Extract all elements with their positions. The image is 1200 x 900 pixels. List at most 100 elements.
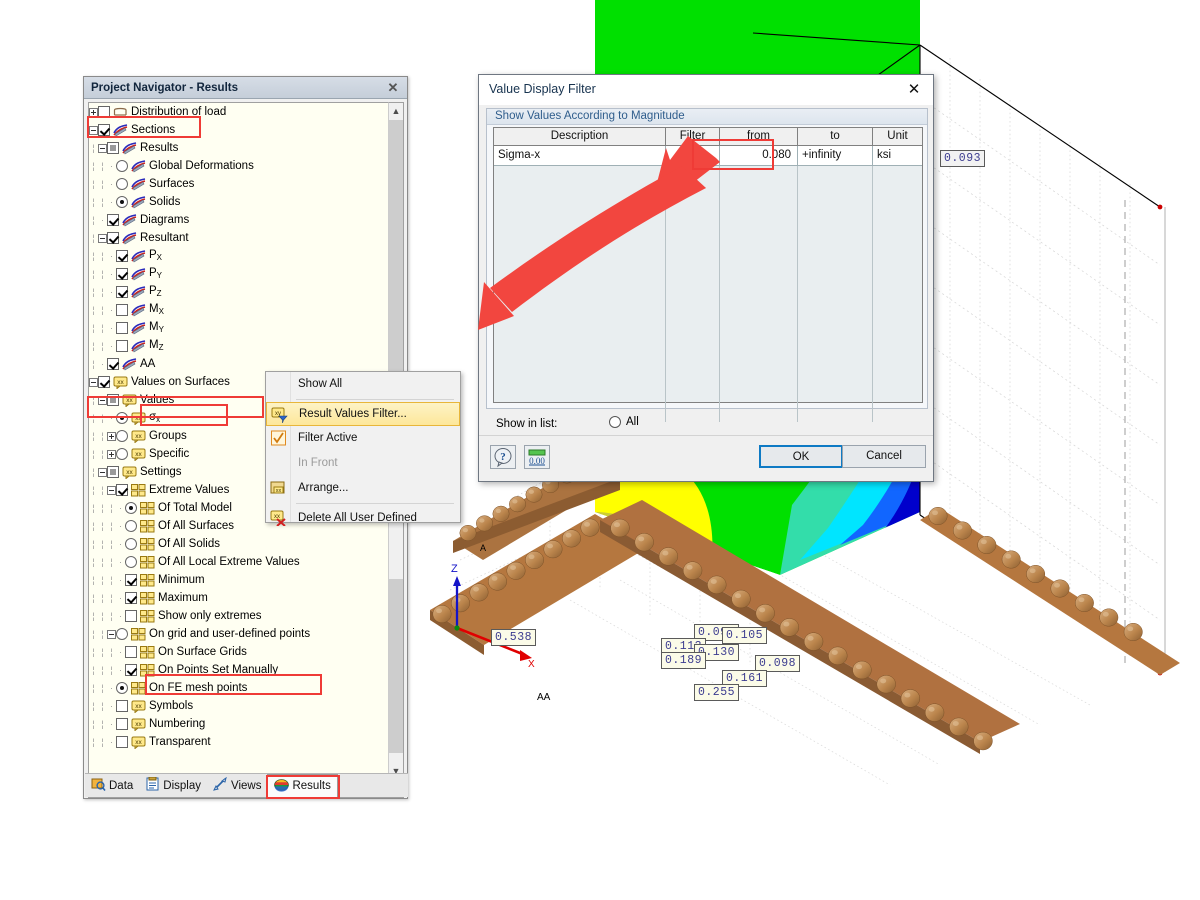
tree-expander-collapse[interactable]	[98, 395, 107, 405]
tree-checkbox[interactable]	[125, 610, 137, 622]
tree-checkbox[interactable]	[116, 736, 128, 748]
tree-item-resultant[interactable]: ¦ Resultant	[89, 229, 388, 247]
tree-expander-collapse[interactable]	[107, 485, 116, 495]
tree-expander-collapse[interactable]	[89, 125, 98, 135]
tab-views[interactable]: Views	[207, 775, 267, 797]
cell-unit[interactable]: ksi	[873, 146, 922, 165]
tree-checkbox[interactable]	[98, 376, 110, 388]
units-decimal-icon[interactable]: 0.00	[524, 445, 550, 469]
filter-table[interactable]: Description Filter from to Unit Sigma-x …	[493, 127, 923, 422]
tree-expander-expand[interactable]	[89, 107, 98, 117]
cancel-button[interactable]: Cancel	[842, 445, 926, 468]
tree-item-results[interactable]: ¦ Results	[89, 139, 388, 157]
close-icon[interactable]: ✕	[385, 80, 401, 96]
tree-checkbox[interactable]	[116, 286, 128, 298]
tree-item-p[interactable]: ¦ ¦ · PZ	[89, 283, 388, 301]
tree-checkbox[interactable]	[116, 484, 128, 496]
cell-to-value[interactable]: +infinity	[798, 146, 873, 165]
tree-radio[interactable]	[125, 520, 137, 532]
tree-checkbox[interactable]	[116, 304, 128, 316]
tree-item-on-grid-and-user-defined-points[interactable]: ¦ ¦ On grid and user-defined points	[89, 625, 388, 643]
radio-show-all[interactable]: All	[609, 416, 639, 428]
tree-item-m[interactable]: ¦ ¦ · MY	[89, 319, 388, 337]
tree-item-minimum[interactable]: ¦ ¦ ¦ · Minimum	[89, 571, 388, 589]
tree-expander-collapse[interactable]	[98, 233, 107, 243]
tree-checkbox[interactable]	[116, 250, 128, 262]
menu-item-arrange[interactable]: xx Arrange...	[266, 476, 460, 501]
tree-item-of-all-local-extreme-values[interactable]: ¦ ¦ ¦ · Of All Local Extreme Values	[89, 553, 388, 571]
tree-radio[interactable]	[125, 556, 137, 568]
tree-radio[interactable]	[116, 682, 128, 694]
tree-expander-expand[interactable]	[107, 431, 116, 441]
cell-filter-checkbox[interactable]	[666, 146, 720, 165]
tree-expander-collapse[interactable]	[107, 629, 116, 639]
close-icon[interactable]: ✕	[905, 81, 923, 99]
tree-checkbox[interactable]	[116, 718, 128, 730]
tree-checkbox[interactable]	[107, 466, 119, 478]
tree-item-m[interactable]: ¦ ¦ · MZ	[89, 337, 388, 355]
tree-item-global-deformations[interactable]: ¦ ¦ · Global Deformations	[89, 157, 388, 175]
value-display-filter-dialog[interactable]: Value Display Filter ✕ Show Values Accor…	[478, 74, 934, 482]
tree-radio[interactable]	[116, 412, 128, 424]
tree-item-m[interactable]: ¦ ¦ · MX	[89, 301, 388, 319]
tree-item-solids[interactable]: ¦ ¦ · Solids	[89, 193, 388, 211]
menu-item-filter-active[interactable]: Filter Active	[266, 426, 460, 451]
menu-item-delete-all-user-defined[interactable]: xx Delete All User Defined	[266, 506, 460, 531]
tree-checkbox[interactable]	[107, 394, 119, 406]
tree-item-on-fe-mesh-points[interactable]: ¦ ¦ · On FE mesh points	[89, 679, 388, 697]
tree-item-surfaces[interactable]: ¦ ¦ · Surfaces	[89, 175, 388, 193]
navigator-tab-strip[interactable]: Data Display Views Results	[85, 773, 408, 797]
scroll-thumb-lower[interactable]	[389, 579, 403, 753]
tree-expander-collapse[interactable]	[89, 377, 98, 387]
tree-checkbox[interactable]	[125, 646, 137, 658]
tab-results[interactable]: Results	[267, 774, 338, 797]
tree-checkbox[interactable]	[125, 574, 137, 586]
tree-radio[interactable]	[125, 502, 137, 514]
cell-from-value[interactable]: 0.080	[720, 146, 798, 165]
scroll-up-icon[interactable]: ▲	[389, 103, 403, 119]
radio-indicator[interactable]	[609, 416, 621, 428]
tree-item-transparent[interactable]: ¦ ¦ · xx Transparent	[89, 733, 388, 751]
scroll-thumb-upper[interactable]	[389, 120, 403, 396]
tab-display[interactable]: Display	[139, 775, 207, 797]
tree-radio[interactable]	[125, 538, 137, 550]
tree-expander-expand[interactable]	[107, 449, 116, 459]
tree-radio[interactable]	[116, 430, 128, 442]
context-menu[interactable]: Show All xy Result Values Filter... Filter …	[265, 371, 461, 527]
tree-checkbox[interactable]	[125, 664, 137, 676]
tree-radio[interactable]	[116, 196, 128, 208]
tree-item-maximum[interactable]: ¦ ¦ ¦ · Maximum	[89, 589, 388, 607]
tree-item-on-points-set-manually[interactable]: ¦ ¦ ¦ · On Points Set Manually	[89, 661, 388, 679]
table-row[interactable]: Sigma-x 0.080 +infinity ksi	[494, 146, 922, 166]
tree-item-numbering[interactable]: ¦ ¦ · xx Numbering	[89, 715, 388, 733]
tree-checkbox[interactable]	[116, 700, 128, 712]
tree-checkbox[interactable]	[116, 268, 128, 280]
tree-checkbox[interactable]	[125, 592, 137, 604]
tab-data[interactable]: Data	[85, 775, 139, 797]
tree-checkbox[interactable]	[107, 232, 119, 244]
tree-checkbox[interactable]	[107, 142, 119, 154]
help-question-icon[interactable]: ?	[490, 445, 516, 469]
table-empty-rows[interactable]	[494, 166, 922, 422]
tree-item-show-only-extremes[interactable]: ¦ ¦ ¦ · Show only extremes	[89, 607, 388, 625]
tree-checkbox[interactable]	[116, 340, 128, 352]
tree-item-distribution-of-load[interactable]: Distribution of load	[89, 103, 388, 121]
tree-checkbox[interactable]	[107, 358, 119, 370]
tree-checkbox[interactable]	[98, 106, 110, 118]
tree-item-symbols[interactable]: ¦ ¦ · xx Symbols	[89, 697, 388, 715]
tree-radio[interactable]	[116, 448, 128, 460]
tree-checkbox[interactable]	[107, 214, 119, 226]
tree-item-of-all-solids[interactable]: ¦ ¦ ¦ · Of All Solids	[89, 535, 388, 553]
menu-item-show-all[interactable]: Show All	[266, 372, 460, 397]
tree-item-p[interactable]: ¦ ¦ · PX	[89, 247, 388, 265]
tree-radio[interactable]	[116, 628, 128, 640]
tree-checkbox[interactable]	[116, 322, 128, 334]
tree-item-p[interactable]: ¦ ¦ · PY	[89, 265, 388, 283]
tree-expander-collapse[interactable]	[98, 467, 107, 477]
tree-radio[interactable]	[116, 178, 128, 190]
tree-item-diagrams[interactable]: ¦ · Diagrams	[89, 211, 388, 229]
tree-item-on-surface-grids[interactable]: ¦ ¦ ¦ · On Surface Grids	[89, 643, 388, 661]
filter-checkbox[interactable]	[688, 149, 701, 162]
menu-item-result-values-filter[interactable]: xy Result Values Filter...	[266, 402, 460, 426]
tree-radio[interactable]	[116, 160, 128, 172]
